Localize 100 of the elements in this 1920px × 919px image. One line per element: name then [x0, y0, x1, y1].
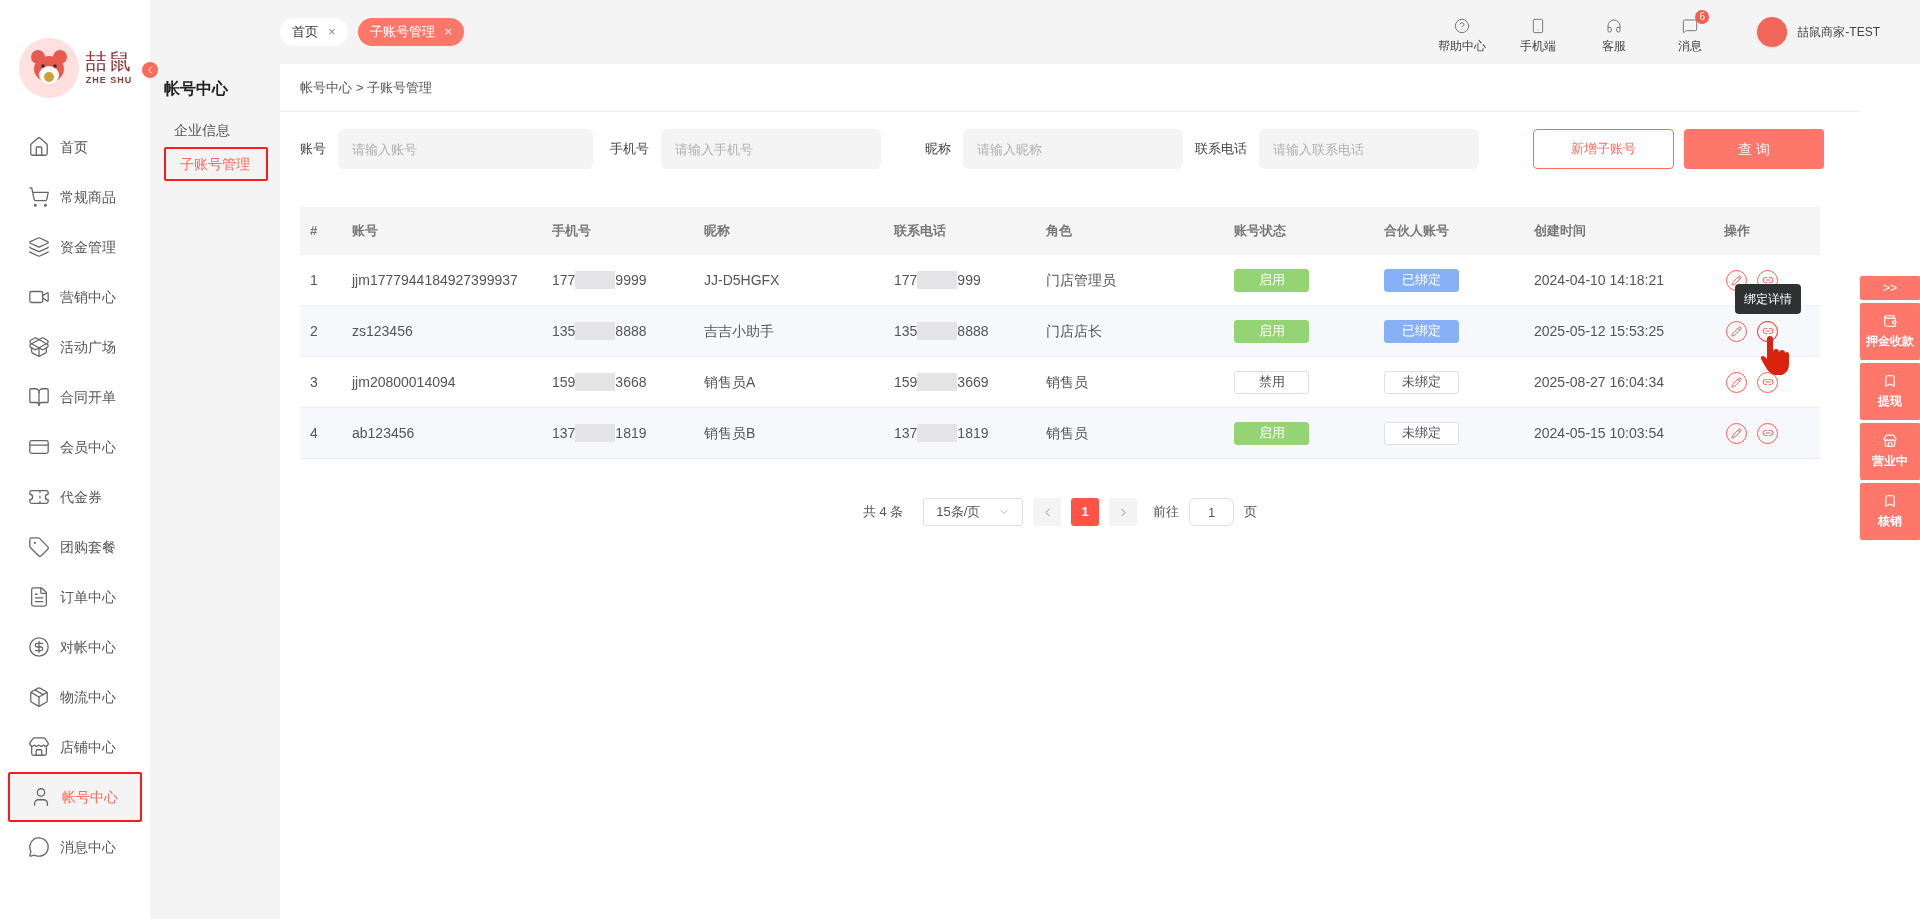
goto-page-field[interactable]: 1 — [1189, 498, 1235, 526]
store-icon — [28, 736, 50, 758]
topbar-button[interactable]: 帮助中心 — [1437, 9, 1488, 55]
link-icon — [1761, 325, 1774, 337]
logo-name: 喆鼠 — [85, 51, 133, 73]
phone-suffix: 1819 — [615, 423, 647, 443]
filter-field[interactable]: 请输入昵称 — [963, 129, 1183, 169]
sidebar-item[interactable]: 团购套餐 — [8, 522, 142, 572]
column-header: 角色 — [1046, 223, 1072, 239]
masked-digits — [575, 271, 616, 289]
user-name[interactable]: 喆鼠商家-TEST — [1797, 23, 1880, 41]
column-header: 合伙人账号 — [1384, 223, 1449, 239]
table-cell: 吉吉小助手 — [704, 322, 774, 339]
collapse-button[interactable] — [142, 62, 158, 78]
user-avatar[interactable] — [1757, 17, 1788, 47]
phone-suffix: 3668 — [615, 372, 647, 392]
goto-suffix: 页 — [1244, 503, 1258, 522]
table-cell: 2024-04-10 14:18:21 — [1534, 271, 1664, 288]
sidebar-item[interactable]: 资金管理 — [8, 222, 142, 272]
partner-tag: 已绑定 — [1384, 319, 1459, 343]
partner-tag: 未绑定 — [1384, 370, 1459, 394]
tab-close-button[interactable]: × — [328, 22, 336, 42]
sidebar-item[interactable]: 订单中心 — [8, 572, 142, 622]
sidebar-item[interactable]: 营销中心 — [8, 272, 142, 322]
column-header: 操作 — [1724, 223, 1750, 239]
phone-prefix: 159 — [894, 372, 918, 392]
sidebar-item[interactable]: 消息中心 — [8, 822, 142, 872]
sidebar-item[interactable]: 会员中心 — [8, 422, 142, 472]
table-cell: 4 — [310, 424, 318, 441]
status-tag: 禁用 — [1234, 370, 1309, 394]
phone-prefix: 135 — [894, 321, 918, 341]
status-tag: 启用 — [1234, 319, 1309, 343]
table-cell: 1 — [310, 271, 318, 288]
sidebar-item[interactable]: 合同开单 — [8, 372, 142, 422]
phone-suffix: 999 — [957, 270, 981, 290]
column-header: 手机号 — [552, 223, 591, 239]
phone-suffix: 3669 — [957, 372, 989, 392]
total-count: 共 4 条 — [862, 503, 904, 522]
table-cell: 门店店长 — [1046, 322, 1102, 339]
phone-prefix: 177 — [894, 270, 918, 290]
table-cell: 销售员B — [704, 424, 756, 441]
sidebar-item[interactable]: 常规商品 — [8, 172, 142, 222]
table-cell: 3 — [310, 373, 318, 390]
phone-suffix: 8888 — [615, 321, 647, 341]
link-icon — [1761, 274, 1774, 286]
table-cell: ab123456 — [352, 424, 415, 441]
table-cell: jjm20800014094 — [352, 373, 456, 390]
table-cell: zs123456 — [352, 322, 413, 339]
sidebar-item[interactable]: 对帐中心 — [8, 622, 142, 672]
pencil-icon — [1731, 325, 1742, 337]
table-cell: 销售员 — [1046, 373, 1088, 390]
card-icon — [1883, 313, 1897, 328]
sidebar-item[interactable]: 活动广场 — [8, 322, 142, 372]
page-tab[interactable]: 首页 × — [280, 18, 348, 46]
headset-icon — [1606, 17, 1623, 34]
topbar-button[interactable]: 消息 6 — [1665, 9, 1716, 55]
bookmark-icon — [1883, 373, 1897, 388]
pencil-icon — [1731, 274, 1742, 286]
sidebar-item[interactable]: 首页 — [8, 122, 142, 172]
sidebar-item[interactable]: 店铺中心 — [8, 722, 142, 772]
pencil-icon — [1731, 376, 1742, 388]
phone-prefix: 159 — [552, 372, 576, 392]
filter-field[interactable]: 请输入手机号 — [661, 129, 881, 169]
bookmark-icon — [1883, 493, 1897, 508]
status-tag: 启用 — [1234, 421, 1309, 445]
filter-label: 手机号 — [610, 140, 649, 159]
link-icon — [1761, 376, 1774, 388]
column-header: # — [310, 223, 318, 239]
table-cell: 2 — [310, 322, 318, 339]
filter-field[interactable]: 请输入账号 — [338, 129, 593, 169]
link-icon — [1761, 427, 1774, 439]
page-size-select[interactable]: 15条/页 — [923, 498, 1024, 526]
table-cell: 2024-05-15 10:03:54 — [1534, 424, 1664, 441]
submenu-title: 帐号中心 — [164, 79, 229, 99]
filter-label: 昵称 — [925, 140, 951, 159]
layers-icon — [28, 236, 50, 258]
logo-subtitle: ZHE SHU — [85, 76, 133, 85]
phone-prefix: 177 — [552, 270, 576, 290]
filter-field[interactable]: 请输入联系电话 — [1259, 129, 1479, 169]
sidebar-item[interactable]: 物流中心 — [8, 672, 142, 722]
help-icon — [1454, 17, 1471, 34]
phone-prefix: 135 — [552, 321, 576, 341]
cart-icon — [28, 186, 50, 208]
partner-tag: 已绑定 — [1384, 268, 1459, 292]
chat-icon — [28, 836, 50, 858]
phone-suffix: 1819 — [957, 423, 989, 443]
filter-label: 联系电话 — [1195, 140, 1247, 159]
filter-label: 账号 — [300, 140, 326, 159]
open-box-icon — [28, 336, 50, 358]
sidebar-item[interactable]: 代金券 — [8, 472, 142, 522]
topbar-button[interactable]: 客服 — [1589, 9, 1640, 55]
column-header: 联系电话 — [894, 223, 946, 239]
column-header: 账号 — [352, 223, 378, 239]
submenu-item[interactable]: 企业信息 — [164, 113, 268, 147]
breadcrumb-item[interactable]: 帐号中心 — [300, 77, 352, 98]
partner-tag: 未绑定 — [1384, 421, 1459, 445]
masked-digits — [917, 373, 958, 391]
phone-suffix: 8888 — [957, 321, 989, 341]
column-header: 创建时间 — [1534, 223, 1586, 239]
topbar-button[interactable]: 手机端 — [1513, 9, 1564, 55]
